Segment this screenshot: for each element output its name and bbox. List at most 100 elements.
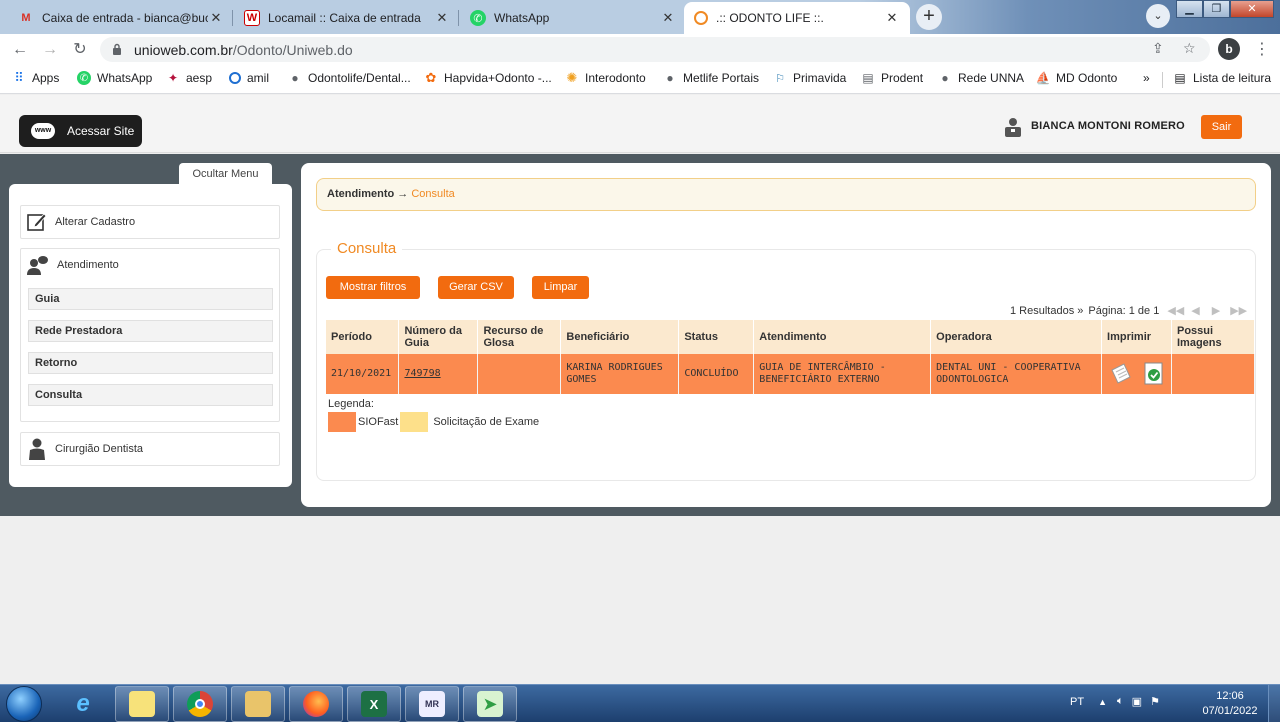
breadcrumb-root[interactable]: Atendimento	[327, 188, 394, 200]
next-page-icon[interactable]: ▶	[1212, 304, 1220, 317]
sidebar-item-rede-prestadora[interactable]: Rede Prestadora	[28, 320, 273, 342]
sticky-notes-icon	[129, 691, 155, 717]
sidebar-item-retorno[interactable]: Retorno	[28, 352, 273, 374]
url-field[interactable]: unioweb.com.br/Odonto/Uniweb.do ⇪ ☆	[100, 37, 1210, 62]
clock-time: 12:06	[1216, 690, 1244, 702]
alter-profile-card[interactable]: Alterar Cadastro	[20, 205, 280, 239]
print-approved-icon[interactable]	[1143, 362, 1165, 386]
bookmark-rede-unna[interactable]: ● Rede UNNA	[938, 71, 1024, 85]
dentist-header: Cirurgião Dentista	[21, 433, 279, 465]
sidebar-item-guia[interactable]: Guia	[28, 288, 273, 310]
legend-swatch-exame	[400, 412, 429, 432]
bookmark-label: Prodent	[881, 71, 924, 85]
menu-kebab-icon[interactable]: ⋮	[1254, 39, 1270, 59]
more-bookmarks-button[interactable]: »	[1143, 71, 1150, 85]
bookmark-md-odonto[interactable]: ⛵ MD Odonto	[1036, 71, 1118, 85]
profile-avatar[interactable]: b	[1218, 38, 1240, 60]
window-close-button[interactable]: ✕	[1230, 0, 1274, 18]
dentist-card[interactable]: Cirurgião Dentista	[20, 432, 280, 466]
new-tab-button[interactable]: +	[916, 4, 942, 30]
close-icon[interactable]: ✕	[434, 10, 450, 26]
close-icon[interactable]: ✕	[208, 10, 224, 26]
taskbar-ie[interactable]: e	[56, 686, 110, 722]
col-recurso-glosa[interactable]: Recurso de Glosa	[477, 320, 562, 354]
minimize-button[interactable]: ▁	[1176, 0, 1203, 18]
print-document-icon[interactable]	[1109, 362, 1133, 386]
close-icon[interactable]: ✕	[884, 10, 900, 26]
table-row[interactable]: 21/10/2021 749798 KARINA RODRIGUES GOMES…	[326, 354, 1256, 394]
cell-numero-guia: 749798	[398, 354, 479, 394]
access-site-button[interactable]: www Acessar Site	[19, 115, 142, 147]
taskbar-chrome[interactable]	[173, 686, 227, 722]
tab-title: WhatsApp	[494, 11, 550, 25]
col-operadora[interactable]: Operadora	[930, 320, 1103, 354]
taskbar-excel[interactable]: X	[347, 686, 401, 722]
show-desktop-button[interactable]	[1268, 685, 1280, 722]
last-page-icon[interactable]: ▶▶	[1230, 304, 1247, 317]
generate-csv-button[interactable]: Gerar CSV	[438, 276, 514, 299]
results-count: 1 Resultados »	[1010, 304, 1084, 317]
tab-locamail[interactable]: W Locamail :: Caixa de entrada ✕	[234, 2, 460, 34]
tab-odontolife[interactable]: .:: ODONTO LIFE ::. ✕	[684, 2, 910, 34]
user-name: BIANCA MONTONI ROMERO	[1031, 120, 1185, 132]
bookmark-metlife[interactable]: ● Metlife Portais	[663, 71, 759, 85]
bookmark-primavida[interactable]: ⚐ Primavida	[773, 71, 846, 85]
col-status[interactable]: Status	[678, 320, 755, 354]
logout-button[interactable]: Sair	[1201, 115, 1242, 139]
start-button[interactable]	[6, 686, 42, 722]
back-arrow-icon[interactable]: ←	[9, 39, 31, 61]
taskbar-sticky-notes[interactable]	[115, 686, 169, 722]
clear-button[interactable]: Limpar	[532, 276, 589, 299]
bookmark-odontolife[interactable]: ● Odontolife/Dental...	[288, 71, 410, 85]
taskbar-app-mr[interactable]: MR	[405, 686, 459, 722]
sidebar: Alterar Cadastro Atendimento Guia Rede P…	[9, 184, 292, 487]
share-icon[interactable]: ⇪	[1152, 40, 1164, 57]
col-numero-guia[interactable]: Número da Guia	[398, 320, 479, 354]
bookmark-interodonto[interactable]: ✺ Interodonto	[565, 70, 646, 85]
hide-menu-tab[interactable]: Ocultar Menu	[179, 163, 272, 185]
taskbar-firefox[interactable]	[289, 686, 343, 722]
guia-link[interactable]: 749798	[404, 368, 440, 379]
reading-list-button[interactable]: ▤ Lista de leitura	[1173, 71, 1271, 85]
sidebar-item-consulta[interactable]: Consulta	[28, 384, 273, 406]
aesp-icon: ✦	[167, 71, 179, 85]
language-indicator[interactable]: PT	[1070, 696, 1084, 708]
reload-icon[interactable]: ↻	[69, 39, 91, 61]
tab-search-button[interactable]: ⌄	[1146, 4, 1170, 28]
bookmark-hapvida[interactable]: ✿ Hapvida+Odonto -...	[424, 70, 552, 85]
bookmark-prodent[interactable]: ▤ Prodent	[861, 71, 923, 85]
network-icon[interactable]: ▣	[1132, 695, 1142, 708]
prev-page-icon[interactable]: ◀	[1191, 304, 1199, 317]
amil-icon	[229, 72, 241, 84]
attendance-header[interactable]: Atendimento	[21, 249, 279, 281]
bookmark-amil[interactable]: amil	[229, 71, 269, 85]
show-filters-button[interactable]: Mostrar filtros	[326, 276, 420, 299]
taskbar-app-green[interactable]: ➤	[463, 686, 517, 722]
attendance-card: Atendimento Guia Rede Prestadora Retorno…	[20, 248, 280, 422]
tray-expand-icon[interactable]: ▲	[1098, 697, 1107, 707]
breadcrumb-arrow: →	[397, 188, 409, 200]
volume-icon[interactable]: 🔈︎	[1117, 695, 1124, 708]
col-beneficiario[interactable]: Beneficiário	[560, 320, 680, 354]
col-atendimento[interactable]: Atendimento	[753, 320, 932, 354]
tab-whatsapp[interactable]: ✆ WhatsApp ✕	[460, 2, 686, 34]
first-page-icon[interactable]: ◀◀	[1167, 304, 1184, 317]
gmail-icon: M	[21, 12, 31, 24]
cell-atendimento: GUIA DE INTERCÂMBIO - BENEFICIÁRIO EXTER…	[753, 354, 932, 394]
bookmark-aesp[interactable]: ✦ aesp	[166, 71, 212, 85]
flag-icon[interactable]: ⚑	[1150, 695, 1160, 708]
star-icon[interactable]: ☆	[1183, 40, 1196, 57]
globe-icon: ●	[291, 71, 299, 85]
maximize-button[interactable]: ❐	[1203, 0, 1230, 18]
green-arrow-icon: ➤	[477, 691, 503, 717]
close-icon[interactable]: ✕	[660, 10, 676, 26]
tab-gmail[interactable]: M Caixa de entrada - bianca@bucal ✕	[8, 2, 234, 34]
bookmark-whatsapp[interactable]: ✆ WhatsApp	[77, 71, 152, 85]
clock[interactable]: 12:06 07/01/2022	[1198, 689, 1262, 719]
forward-arrow-icon[interactable]: →	[39, 39, 61, 61]
col-periodo[interactable]: Período	[326, 320, 400, 354]
bookmark-apps[interactable]: ⠿ Apps	[12, 70, 59, 85]
whatsapp-icon: ✆	[77, 71, 91, 85]
taskbar-explorer[interactable]	[231, 686, 285, 722]
locamail-icon: W	[244, 10, 260, 26]
